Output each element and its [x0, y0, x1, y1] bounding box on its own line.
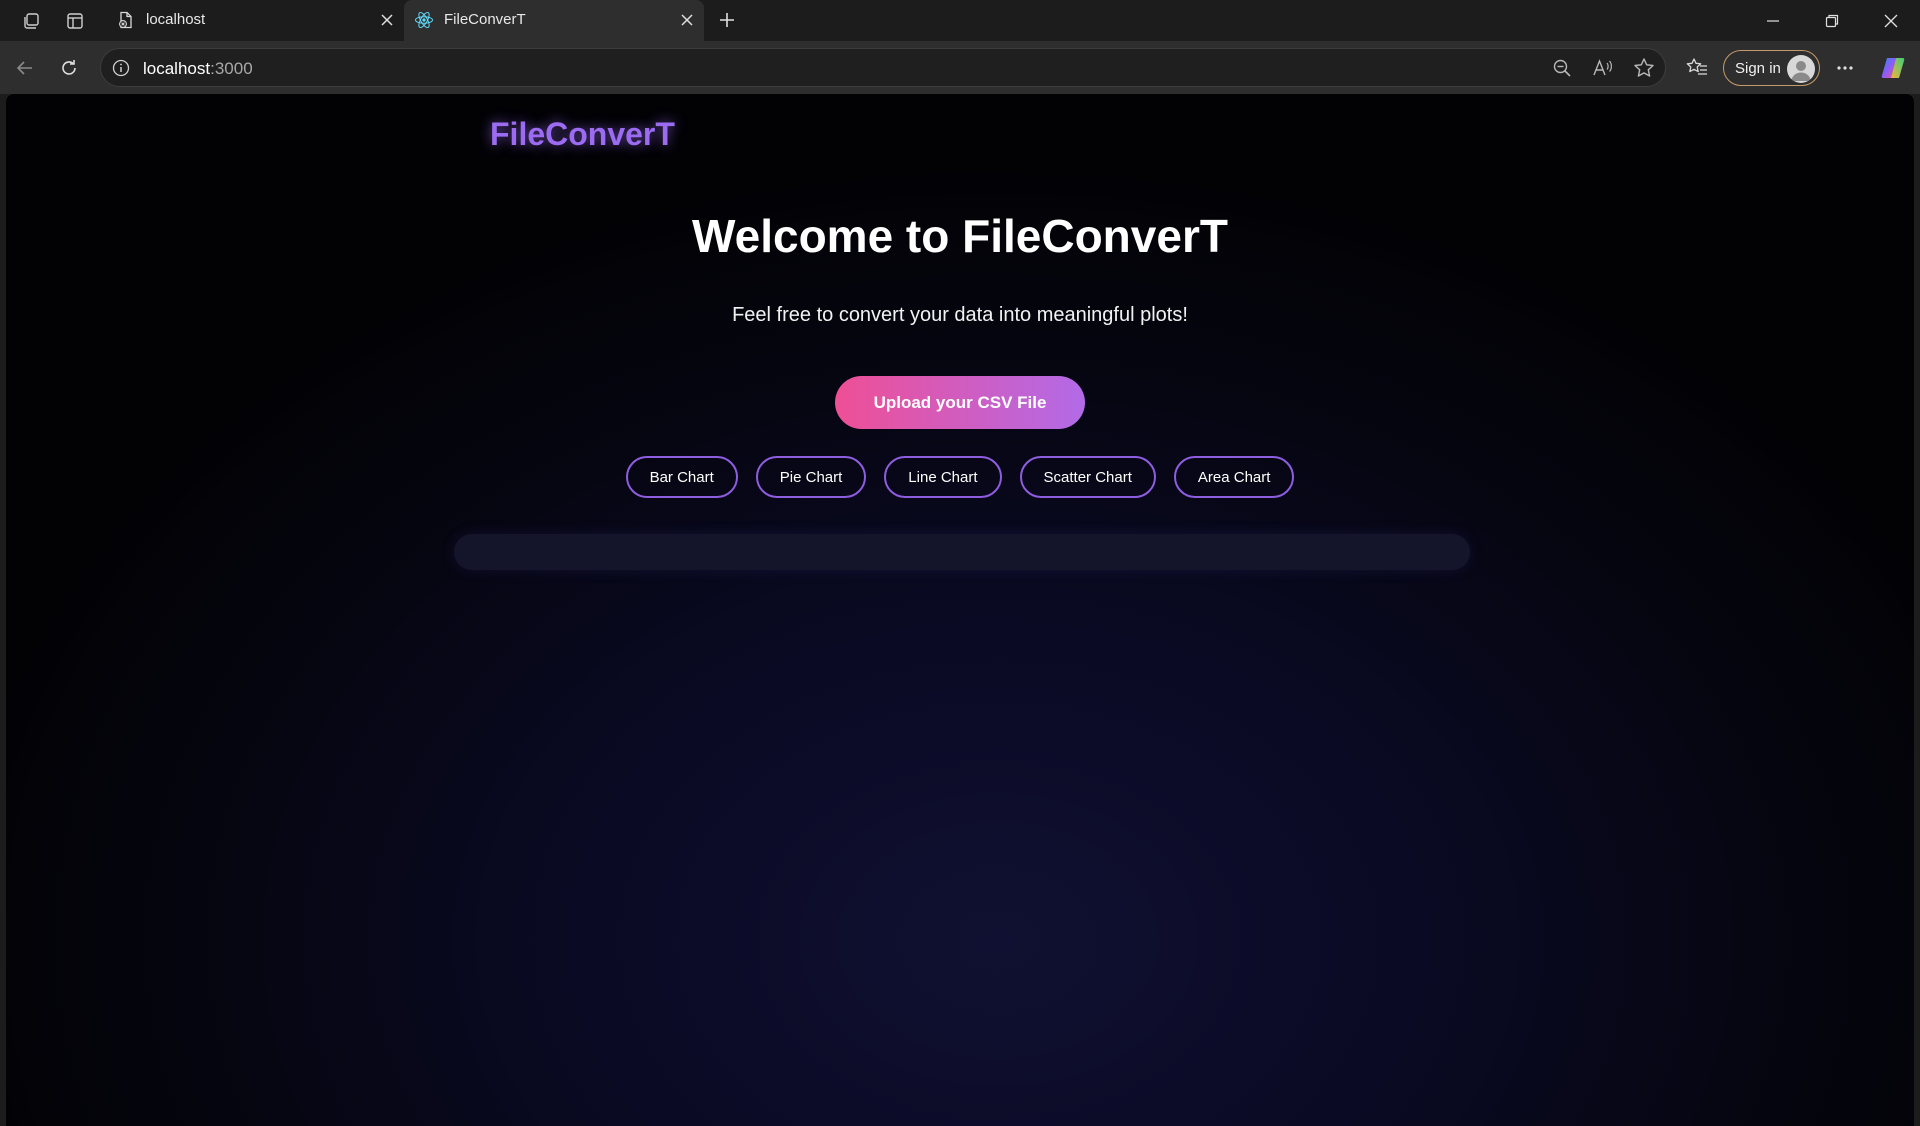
avatar [1787, 55, 1815, 83]
brand-logo[interactable]: FileConverT [490, 116, 675, 153]
url-text[interactable]: localhost:3000 [143, 59, 253, 79]
upload-csv-button[interactable]: Upload your CSV File [835, 376, 1085, 429]
close-window-icon[interactable] [1862, 0, 1920, 41]
page-subtitle: Feel free to convert your data into mean… [732, 304, 1188, 326]
line-chart-button[interactable]: Line Chart [884, 456, 1002, 498]
url-host: localhost [143, 59, 211, 78]
tab-title: localhost [146, 11, 206, 28]
zoom-out-icon[interactable] [1550, 56, 1574, 80]
area-chart-button[interactable]: Area Chart [1173, 456, 1295, 498]
more-options-icon[interactable] [1828, 51, 1862, 85]
restore-icon[interactable] [1803, 0, 1861, 41]
close-icon[interactable] [676, 9, 698, 31]
back-icon[interactable] [8, 51, 42, 85]
close-icon[interactable] [376, 9, 398, 31]
minimize-icon[interactable] [1744, 0, 1802, 41]
react-icon [414, 10, 434, 30]
page-viewport: FileConverT Welcome to FileConverT Feel … [6, 94, 1914, 1126]
url-port: :3000 [210, 59, 253, 78]
tab-localhost[interactable]: localhost [106, 0, 404, 41]
browser-toolbar: localhost:3000 Sign in [0, 41, 1920, 94]
tab-fileconvert[interactable]: FileConverT [404, 0, 704, 41]
chart-type-selector: Bar Chart Pie Chart Line Chart Scatter C… [6, 456, 1914, 498]
copilot-icon[interactable] [1876, 51, 1910, 85]
tab-bar: localhost FileConverT [0, 0, 1920, 41]
chart-container [454, 534, 1470, 570]
address-bar[interactable]: localhost:3000 [100, 48, 1666, 87]
read-aloud-icon[interactable] [1591, 56, 1615, 80]
file-icon [116, 10, 136, 30]
sign-in-button[interactable]: Sign in [1723, 50, 1820, 86]
scatter-chart-button[interactable]: Scatter Chart [1019, 456, 1156, 498]
info-icon[interactable] [111, 58, 131, 78]
tab-title: FileConverT [444, 11, 526, 28]
bar-chart-button[interactable]: Bar Chart [625, 456, 738, 498]
favorites-icon[interactable] [1680, 51, 1714, 85]
pie-chart-button[interactable]: Pie Chart [755, 456, 867, 498]
new-tab-icon[interactable] [712, 5, 742, 35]
sign-in-label: Sign in [1735, 60, 1781, 77]
refresh-icon[interactable] [52, 51, 86, 85]
vertical-tabs-icon[interactable] [60, 6, 90, 36]
page-title: Welcome to FileConverT [692, 210, 1228, 262]
favorite-star-icon[interactable] [1632, 56, 1656, 80]
workspaces-icon[interactable] [16, 6, 46, 36]
